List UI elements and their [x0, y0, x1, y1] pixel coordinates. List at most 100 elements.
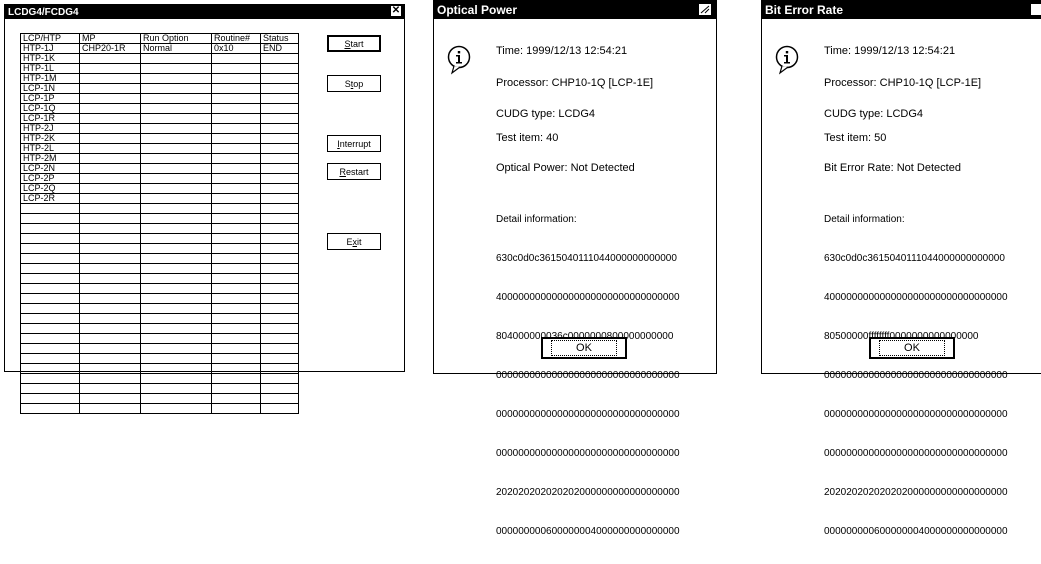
table-cell — [140, 333, 212, 344]
table-row[interactable]: HTP-1M — [20, 73, 299, 84]
table-row[interactable] — [20, 373, 299, 384]
title-bar[interactable]: LCDG4/FCDG4 ✕ — [5, 5, 404, 19]
table-cell — [211, 53, 261, 64]
table-row[interactable] — [20, 323, 299, 334]
table-row[interactable]: HTP-2J — [20, 123, 299, 134]
table-cell — [260, 373, 299, 384]
table-cell — [140, 63, 212, 74]
table-cell — [79, 373, 141, 384]
start-label: tart — [350, 38, 364, 49]
table-row[interactable] — [20, 203, 299, 214]
table-row[interactable] — [20, 333, 299, 344]
table-row[interactable]: LCP-1N — [20, 83, 299, 94]
table-cell — [260, 203, 299, 214]
table-cell — [79, 123, 141, 134]
table-cell — [260, 253, 299, 264]
table-cell — [20, 393, 80, 404]
table-row[interactable] — [20, 343, 299, 354]
resize-button[interactable] — [1030, 3, 1041, 16]
table-cell — [211, 173, 261, 184]
table-cell — [79, 253, 141, 264]
cudg-type-text: CUDG type: LCDG4 — [824, 108, 924, 120]
table-row[interactable]: HTP-1J CHP20-1R Normal 0x10 END — [20, 43, 299, 54]
table-cell — [79, 293, 141, 304]
close-button[interactable]: ✕ — [390, 5, 402, 17]
table-row[interactable] — [20, 273, 299, 284]
table-cell — [79, 283, 141, 294]
exit-label: it — [357, 236, 362, 247]
table-row[interactable]: HTP-1L — [20, 63, 299, 74]
table-cell — [79, 93, 141, 104]
table-row[interactable]: LCP-2Q — [20, 183, 299, 194]
table-cell — [140, 273, 212, 284]
table-row[interactable] — [20, 363, 299, 374]
exit-button[interactable]: Ex it — [327, 233, 381, 250]
table-cell — [20, 383, 80, 394]
table-cell — [140, 243, 212, 254]
ok-button[interactable]: OK — [541, 337, 627, 359]
table-row[interactable]: LCP-2R — [20, 193, 299, 204]
title-bar[interactable]: Optical Power — [434, 1, 716, 19]
table-cell — [20, 353, 80, 364]
table-cell — [260, 153, 299, 164]
table-cell — [20, 223, 80, 234]
table-cell — [140, 53, 212, 64]
stop-button[interactable]: St op — [327, 75, 381, 92]
table-row[interactable] — [20, 403, 299, 414]
table-row[interactable] — [20, 303, 299, 314]
table-cell — [211, 213, 261, 224]
table-row[interactable]: HTP-2L — [20, 143, 299, 154]
table-row[interactable] — [20, 233, 299, 244]
table-cell — [140, 163, 212, 174]
table-cell — [79, 113, 141, 124]
table-cell — [140, 203, 212, 214]
table-row[interactable] — [20, 283, 299, 294]
table-cell — [79, 273, 141, 284]
table-row[interactable] — [20, 293, 299, 304]
title-bar[interactable]: Bit Error Rate — [762, 1, 1041, 19]
table-row[interactable] — [20, 213, 299, 224]
table-row[interactable]: HTP-1K — [20, 53, 299, 64]
table-cell — [140, 73, 212, 84]
result-text: Optical Power: Not Detected — [496, 162, 635, 174]
table-row[interactable] — [20, 253, 299, 264]
table-row[interactable]: LCP-2N — [20, 163, 299, 174]
table-row[interactable] — [20, 353, 299, 364]
table-cell — [79, 243, 141, 254]
interrupt-button[interactable]: Interrupt — [327, 135, 381, 152]
table-cell — [260, 303, 299, 314]
table-row[interactable] — [20, 223, 299, 234]
table-cell: LCP-2R — [20, 193, 80, 204]
table-cell — [211, 93, 261, 104]
table-cell: LCP-2N — [20, 163, 80, 174]
table-cell — [20, 373, 80, 384]
detail-line: 000000000600000004000000000000000 — [496, 526, 680, 537]
start-button[interactable]: Start — [327, 35, 381, 52]
table-row[interactable] — [20, 263, 299, 274]
table-cell — [211, 293, 261, 304]
table-row[interactable]: HTP-2M — [20, 153, 299, 164]
ok-button[interactable]: OK — [869, 337, 955, 359]
table-cell — [211, 373, 261, 384]
resize-button[interactable] — [698, 3, 712, 16]
table-row[interactable]: LCP-1R — [20, 113, 299, 124]
column-header: Run Option — [140, 33, 212, 44]
table-cell — [79, 353, 141, 364]
table-row[interactable]: LCP-1P — [20, 93, 299, 104]
table-cell — [260, 83, 299, 94]
table-row[interactable] — [20, 313, 299, 324]
table-cell — [260, 183, 299, 194]
table-row[interactable] — [20, 243, 299, 254]
detail-line: 000000000600000004000000000000000 — [824, 526, 1008, 537]
table-cell — [140, 103, 212, 114]
table-row[interactable]: LCP-1Q — [20, 103, 299, 114]
table-cell — [211, 243, 261, 254]
table-row[interactable]: HTP-2K — [20, 133, 299, 144]
table-row[interactable] — [20, 383, 299, 394]
table-cell — [211, 233, 261, 244]
table-cell — [211, 353, 261, 364]
table-row[interactable]: LCP-2P — [20, 173, 299, 184]
restart-button[interactable]: Restart — [327, 163, 381, 180]
table-row[interactable] — [20, 393, 299, 404]
ok-label: OK — [551, 340, 617, 356]
